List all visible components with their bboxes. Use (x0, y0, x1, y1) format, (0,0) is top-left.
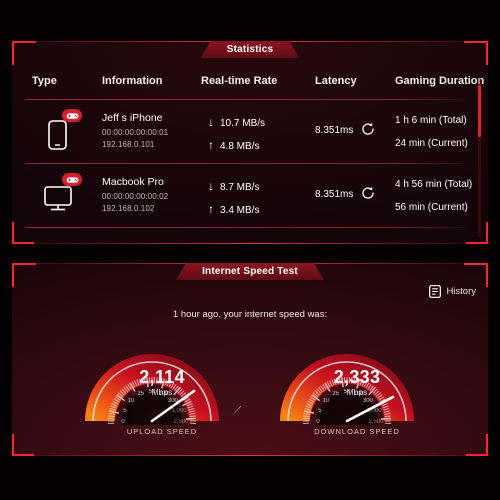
column-header-gaming-duration: Gaming Duration (395, 75, 485, 87)
history-label: History (446, 286, 476, 297)
device-ip-address: 192.168.0.101 (102, 140, 155, 149)
gauge-tick-label: 1,000 (171, 407, 187, 414)
table-row[interactable]: Macbook Pro 00:00:00:00:00:02 192.168.0.… (12, 164, 488, 227)
duration-total: 4 h 56 min (Total) (395, 179, 473, 190)
device-mac-address: 00:00:00:00:00:02 (102, 192, 169, 201)
corner-bracket-bottom-right (466, 434, 488, 456)
gamepad-icon (62, 173, 82, 186)
gauge-tick-label: 1,000 (366, 407, 382, 414)
download-rate: ↓ 10.7 MB/s (208, 115, 265, 129)
statistics-panel: Statistics Type Information Real-time Ra… (12, 41, 488, 244)
panel-bottom-edge (34, 243, 466, 244)
column-header-latency: Latency (315, 75, 357, 87)
gauge-tick-label: 10 (127, 397, 135, 404)
gauge-tick-label: 100 (158, 391, 169, 398)
gauge-tick-label: 25 (332, 391, 339, 398)
device-name: Macbook Pro (102, 176, 164, 188)
latency-value: 8.351ms (315, 189, 354, 200)
desktop-monitor-icon (40, 173, 82, 216)
download-rate: ↓ 8.7 MB/s (208, 179, 259, 193)
gamepad-icon (62, 109, 82, 122)
speed-test-caption: 1 hour ago, your internet speed was: (172, 309, 328, 320)
gauge-tick-label: 300 (167, 397, 178, 404)
upload-speed-label: UPLOAD SPEED (126, 427, 198, 436)
gauge-tick-label: 5 (123, 407, 127, 414)
duration-current: 24 min (Current) (395, 138, 468, 149)
gauge-tick-label: 300 (362, 397, 373, 404)
download-arrow-icon: ↓ (208, 115, 214, 129)
gauge-tick-label: 2,500 (368, 419, 384, 425)
upload-rate: ↑ 3.4 MB/s (208, 202, 259, 216)
download-speed-label: DOWNLOAD SPEED (314, 427, 400, 436)
duration-total: 1 h 6 min (Total) (395, 115, 467, 126)
panel-bottom-edge (34, 455, 466, 456)
speed-test-banner-title: Internet Speed Test (176, 263, 324, 280)
latency-value: 8.351ms (315, 125, 354, 136)
duration-current: 56 min (Current) (395, 202, 468, 213)
device-mac-address: 00:00:00:00:00:01 (102, 128, 169, 137)
upload-speed-gauge: 2,114 Mbps UPLOAD SPEED 0 5 10 25 50 100 300 1,… (82, 325, 242, 451)
download-rate-value: 8.7 MB/s (220, 182, 260, 193)
history-button[interactable]: History (429, 285, 476, 298)
download-arrow-icon: ↓ (208, 179, 214, 193)
list-document-icon (429, 285, 442, 298)
table-scrollbar-thumb[interactable] (478, 85, 481, 137)
upload-rate-value: 4.8 MB/s (220, 141, 260, 152)
smartphone-icon (40, 109, 82, 152)
gauge-tick-label: 10 (322, 397, 330, 404)
gauge-tick-label: 2,500 (173, 419, 189, 425)
gauge-tick-label: 100 (353, 391, 364, 398)
upload-speed-value: 2,114 (139, 367, 185, 387)
download-speed-gauge: 2,333 Mbps DOWNLOAD SPEED 0 5 10 25 50 100 300… (277, 325, 437, 451)
gauge-tick-label: 0 (316, 419, 320, 425)
refresh-icon[interactable] (361, 186, 375, 200)
upload-arrow-icon: ↑ (208, 202, 214, 216)
gauge-tick-label: 50 (148, 389, 156, 395)
refresh-icon[interactable] (361, 122, 375, 136)
download-rate-value: 10.7 MB/s (220, 118, 266, 129)
internet-speed-test-panel: Internet Speed Test History 1 hour ago, … (12, 263, 488, 456)
column-header-realtime-rate: Real-time Rate (201, 75, 278, 87)
column-header-information: Information (102, 75, 163, 87)
upload-arrow-icon: ↑ (208, 138, 214, 152)
column-header-type: Type (32, 75, 57, 87)
table-row[interactable]: Jeff s iPhone 00:00:00:00:00:01 192.168.… (12, 100, 488, 163)
upload-rate: ↑ 4.8 MB/s (208, 138, 259, 152)
upload-rate-value: 3.4 MB/s (220, 205, 260, 216)
table-header-row: Type Information Real-time Rate Latency … (12, 69, 488, 99)
gauge-tick-label: 50 (343, 389, 351, 395)
gauge-tick-label: 5 (318, 407, 322, 414)
gauge-tick-label: 25 (137, 391, 144, 398)
device-ip-address: 192.168.0.102 (102, 204, 155, 213)
table-row-divider (26, 227, 466, 228)
app-screen: Statistics Type Information Real-time Ra… (0, 0, 500, 500)
corner-bracket-bottom-left (12, 434, 34, 456)
gauge-tick-label: 0 (121, 419, 125, 425)
device-name: Jeff s iPhone (102, 112, 163, 124)
download-speed-value: 2,333 (333, 367, 381, 387)
statistics-banner-title: Statistics (201, 41, 299, 58)
